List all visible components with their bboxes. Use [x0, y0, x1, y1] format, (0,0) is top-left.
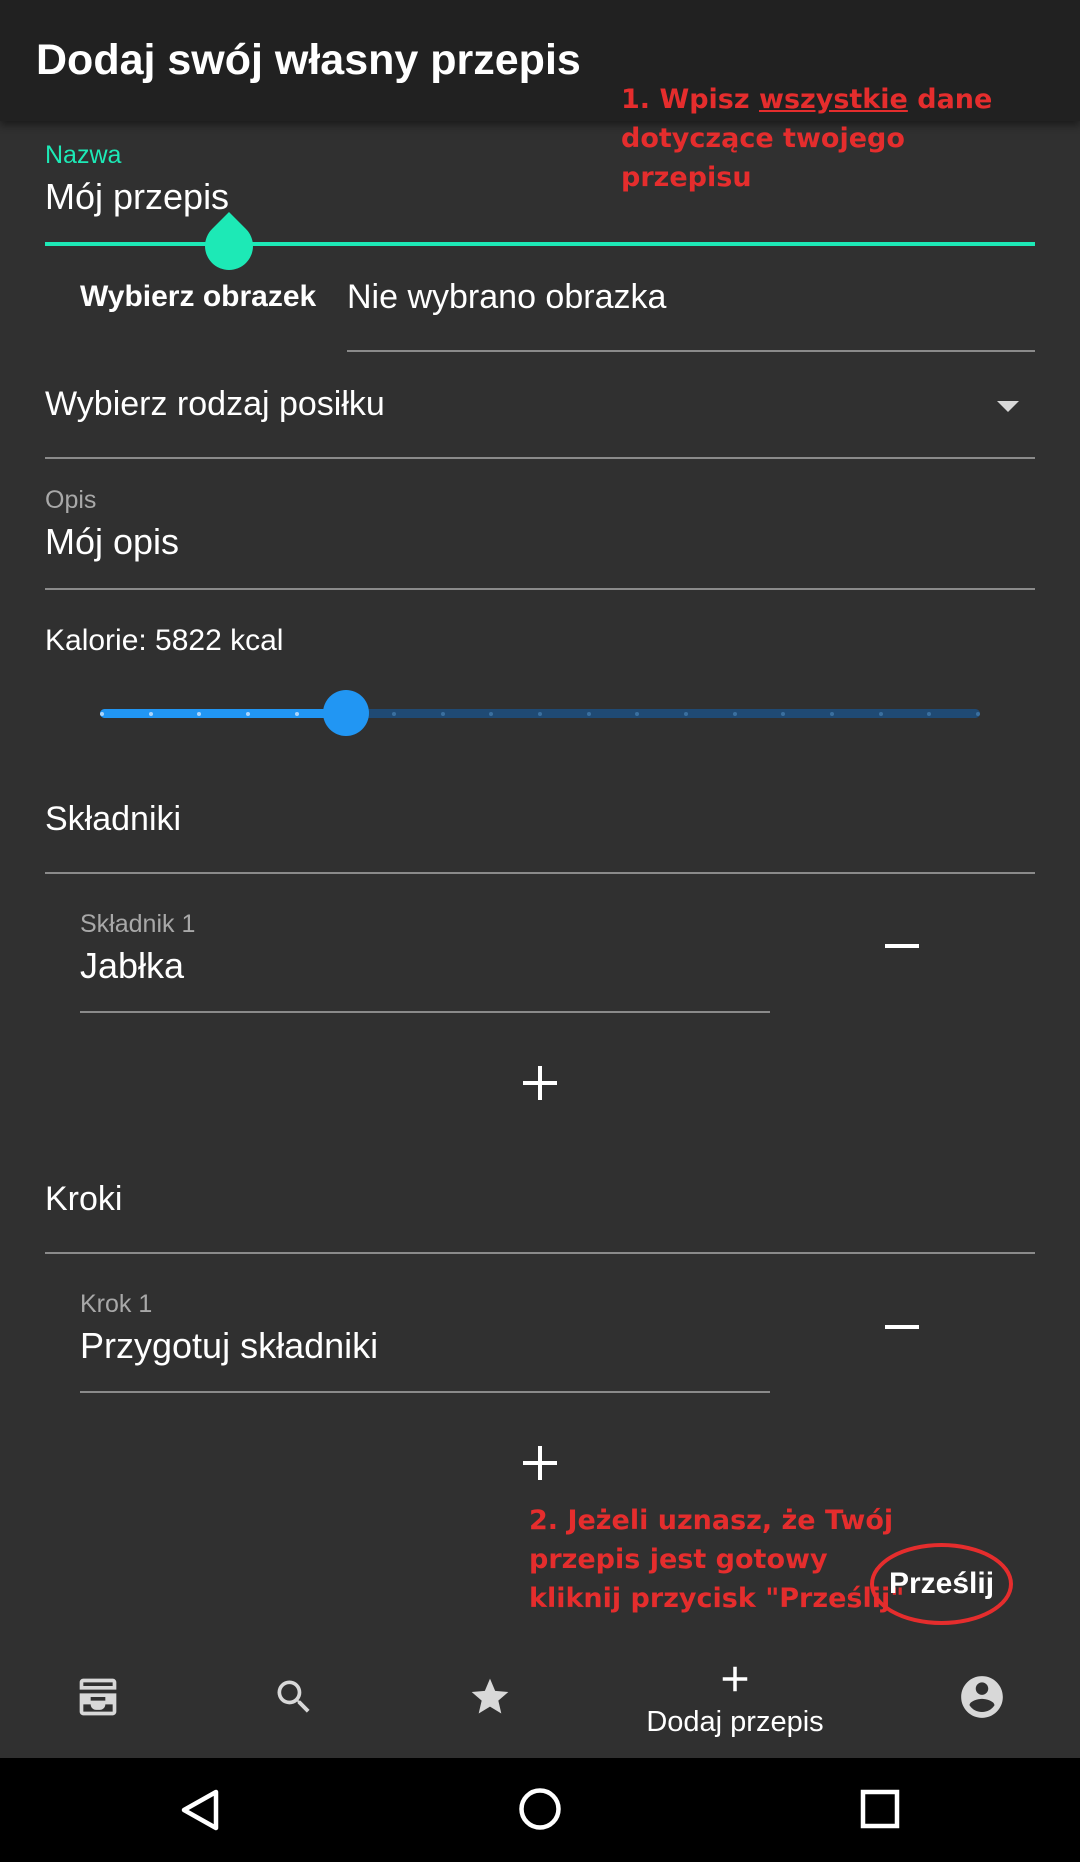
- calories-slider-track[interactable]: [100, 709, 980, 718]
- name-field-value[interactable]: Mój przepis: [45, 176, 229, 218]
- nav-label-add-recipe: Dodaj przepis: [646, 1706, 824, 1738]
- add-ingredient-button[interactable]: [523, 1066, 557, 1100]
- meal-type-placeholder: Wybierz rodzaj posiłku: [45, 385, 385, 423]
- bottom-navigation: Dodaj przepis: [0, 1630, 1080, 1758]
- slider-tick: [294, 712, 299, 716]
- slider-tick: [635, 712, 640, 716]
- system-navigation-bar: [0, 1758, 1080, 1862]
- pick-image-button[interactable]: Wybierz obrazek: [80, 280, 316, 314]
- search-icon: [277, 1680, 310, 1713]
- meal-type-underline: [45, 457, 1035, 459]
- add-step-button[interactable]: [523, 1446, 557, 1480]
- submit-button[interactable]: Prześlij: [870, 1543, 1013, 1625]
- image-status-underline: [347, 350, 1035, 352]
- slider-tick: [684, 712, 688, 716]
- nav-item-inbox[interactable]: [48, 1630, 148, 1758]
- image-status-text: Nie wybrano obrazka: [347, 278, 667, 316]
- calories-slider-fill: [100, 709, 347, 718]
- remove-ingredient-button[interactable]: [885, 942, 919, 950]
- description-field-underline: [45, 588, 1035, 590]
- slider-tick: [440, 712, 445, 716]
- minus-icon: [885, 1325, 919, 1329]
- description-field-value[interactable]: Mój opis: [45, 521, 179, 563]
- inbox-icon: [79, 1678, 117, 1716]
- minus-icon: [885, 944, 919, 948]
- remove-step-button[interactable]: [885, 1323, 919, 1331]
- slider-tick: [732, 712, 737, 716]
- slider-tick: [878, 712, 883, 716]
- nav-item-add-recipe[interactable]: Dodaj przepis: [610, 1630, 860, 1758]
- slider-tick: [538, 712, 542, 716]
- plus-icon: [722, 1666, 748, 1692]
- step-value[interactable]: Przygotuj składniki: [80, 1325, 378, 1367]
- annotation-text: dotyczące twojego: [621, 123, 905, 154]
- account-circle-icon: [961, 1676, 1003, 1718]
- slider-tick: [586, 712, 591, 716]
- annotation-text: 2. Jeżeli uznasz, że Twój: [529, 1505, 894, 1536]
- slider-tick: [100, 712, 104, 716]
- slider-tick: [392, 712, 396, 716]
- calories-label: Kalorie: 5822 kcal: [45, 624, 284, 657]
- annotation-text: 1. Wpisz: [621, 84, 759, 115]
- recents-icon[interactable]: [860, 1789, 900, 1829]
- annotation-step-1: 1. Wpisz wszystkie dane dotyczące twojeg…: [621, 80, 992, 197]
- ingredient-underline: [80, 1011, 770, 1013]
- name-field-label: Nazwa: [45, 141, 122, 169]
- text-cursor-handle[interactable]: [195, 212, 263, 280]
- annotation-step-2: 2. Jeżeli uznasz, że Twój przepis jest g…: [529, 1501, 904, 1618]
- page-title: Dodaj swój własny przepis: [36, 36, 581, 84]
- slider-tick: [927, 712, 932, 716]
- steps-divider: [45, 1252, 1035, 1254]
- annotation-text: dane: [907, 84, 993, 115]
- slider-tick: [246, 712, 250, 716]
- step-underline: [80, 1391, 770, 1393]
- steps-title: Kroki: [45, 1180, 123, 1218]
- slider-tick: [781, 712, 786, 716]
- ingredients-title: Składniki: [45, 800, 182, 838]
- slider-tick: [976, 712, 980, 716]
- nav-item-favorites[interactable]: [440, 1630, 540, 1758]
- annotation-text: przepis jest gotowy: [529, 1544, 828, 1575]
- annotation-text: przepisu: [621, 162, 752, 193]
- nav-item-search[interactable]: [244, 1630, 344, 1758]
- nav-item-account[interactable]: [931, 1630, 1031, 1758]
- annotation-text: kliknij przycisk "Prześlij": [529, 1583, 905, 1614]
- star-icon: [471, 1678, 509, 1714]
- screen: Dodaj swój własny przepis 1. Wpisz wszys…: [0, 0, 1080, 1862]
- calories-slider-thumb[interactable]: [323, 690, 370, 736]
- ingredients-divider: [45, 872, 1035, 874]
- slider-tick: [489, 712, 494, 716]
- slider-tick: [148, 712, 153, 716]
- ingredient-label: Składnik 1: [80, 910, 196, 938]
- slider-tick: [830, 712, 834, 716]
- annotation-emphasis: wszystkie: [759, 84, 908, 115]
- name-field-underline: [45, 242, 1035, 246]
- ingredient-value[interactable]: Jabłka: [80, 945, 184, 987]
- step-label: Krok 1: [80, 1290, 153, 1318]
- back-icon[interactable]: [178, 1788, 222, 1832]
- home-icon[interactable]: [518, 1787, 562, 1831]
- description-field-label: Opis: [45, 486, 97, 514]
- dropdown-arrow-icon: [997, 401, 1019, 412]
